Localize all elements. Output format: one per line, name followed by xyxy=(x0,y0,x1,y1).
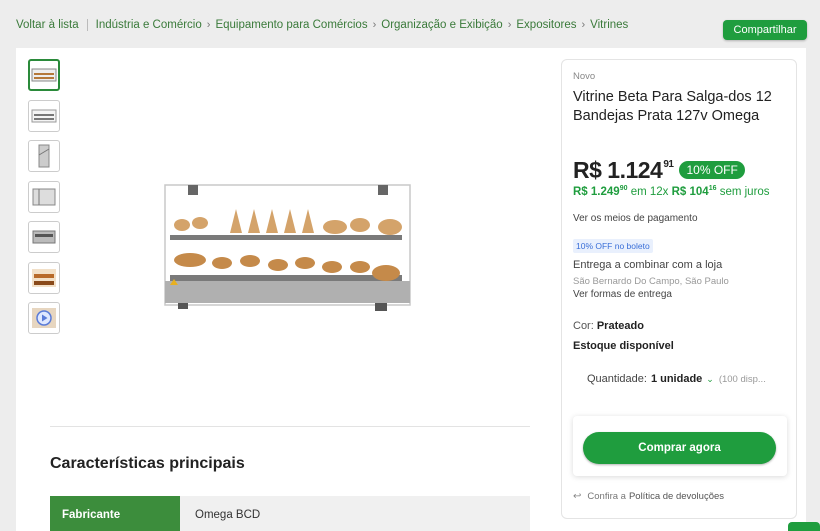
thumbnail-3[interactable] xyxy=(28,140,60,172)
product-title: Vitrine Beta Para Salga-dos 12 Bandejas … xyxy=(573,89,772,124)
product-thumbnail-icon xyxy=(31,109,57,122)
feature-value: Omega BCD xyxy=(180,496,530,531)
features-title: Características principais xyxy=(50,455,245,472)
chevron-right-icon: › xyxy=(507,19,512,31)
quantity-value: 1 unidade xyxy=(650,373,703,385)
breadcrumb: Voltar à lista Indústria e Comércio › Eq… xyxy=(16,19,628,31)
returns-policy: ↩ Confira a Política de devoluções xyxy=(573,491,724,502)
breadcrumb-divider xyxy=(86,19,88,31)
thumbnail-video[interactable] xyxy=(28,302,60,334)
product-main-image[interactable] xyxy=(160,175,420,325)
product-thumbnail-icon xyxy=(32,188,56,205)
breadcrumb-item[interactable]: Vitrines xyxy=(590,19,628,31)
breadcrumb-item[interactable]: Organização e Exibição xyxy=(381,19,502,31)
installment-price: R$ 10416 xyxy=(671,185,717,198)
thumbnail-6[interactable] xyxy=(28,261,60,294)
delivery-info: Entrega a combinar com a loja xyxy=(573,259,723,271)
breadcrumb-item[interactable]: Expositores xyxy=(516,19,576,31)
color-label: Cor: xyxy=(573,320,594,332)
product-thumbnail-icon xyxy=(38,144,50,168)
share-button[interactable]: Compartilhar xyxy=(723,20,807,40)
buy-now-button[interactable]: Comprar agora xyxy=(583,432,776,464)
floating-action-tab[interactable] xyxy=(788,522,820,531)
returns-policy-link[interactable]: Política de devoluções xyxy=(629,491,724,502)
product-thumbnail-icon xyxy=(32,230,56,244)
installments-suffix: sem juros xyxy=(719,185,770,198)
feature-key: Fabricante xyxy=(50,496,180,531)
quantity-label: Quantidade: xyxy=(587,373,647,385)
price-row: R$ 1.12491 10% OFF xyxy=(573,157,745,184)
color-value: Prateado xyxy=(596,320,644,332)
back-to-list-link[interactable]: Voltar à lista xyxy=(16,19,79,31)
thumbnail-list xyxy=(28,59,60,343)
price: R$ 1.12491 xyxy=(573,157,674,184)
color-selection: Cor: Prateado xyxy=(573,320,644,332)
returns-text: Confira a xyxy=(587,491,626,502)
feature-row: Fabricante Omega BCD xyxy=(50,496,530,531)
purchase-panel: Novo Vitrine Beta Para Salga-dos 12 Band… xyxy=(561,59,797,519)
thumbnail-1[interactable] xyxy=(28,59,60,91)
condition-label: Novo xyxy=(573,71,596,82)
section-divider xyxy=(50,426,530,427)
installments-info: R$ 1.24990 em 12x R$ 10416 sem juros xyxy=(573,182,778,199)
discount-badge: 10% OFF xyxy=(679,161,745,179)
breadcrumb-item[interactable]: Indústria e Comércio xyxy=(96,19,202,31)
return-arrow-icon: ↩ xyxy=(573,491,582,502)
thumbnail-4[interactable] xyxy=(28,180,60,213)
chevron-right-icon: › xyxy=(372,19,377,31)
price-cents: 91 xyxy=(663,159,674,170)
thumbnail-5[interactable] xyxy=(28,221,60,253)
chevron-down-icon: ⌄ xyxy=(706,373,714,384)
buy-box: Comprar agora xyxy=(573,416,787,476)
payment-methods-link[interactable]: Ver os meios de pagamento xyxy=(573,213,698,224)
quantity-available: (100 disp... xyxy=(718,373,766,385)
price-integer: R$ 1.124 xyxy=(573,157,663,183)
thumbnail-2[interactable] xyxy=(28,99,60,132)
chevron-right-icon: › xyxy=(206,19,211,31)
product-thumbnail-icon xyxy=(32,268,56,287)
old-price: R$ 1.24990 xyxy=(573,185,628,198)
breadcrumb-item[interactable]: Equipamento para Comércios xyxy=(215,19,367,31)
delivery-options-link[interactable]: Ver formas de entrega xyxy=(573,289,672,300)
boleto-discount-badge: 10% OFF no boleto xyxy=(573,239,653,253)
stock-status: Estoque disponível xyxy=(573,340,674,352)
seller-location: São Bernardo Do Campo, São Paulo xyxy=(573,276,729,287)
quantity-selector[interactable]: Quantidade: 1 unidade ⌄ (100 disp... xyxy=(587,373,766,385)
installments-prefix: em 12x xyxy=(630,185,669,198)
product-thumbnail-icon xyxy=(31,68,57,82)
video-play-icon xyxy=(32,308,56,328)
chevron-right-icon: › xyxy=(581,19,586,31)
